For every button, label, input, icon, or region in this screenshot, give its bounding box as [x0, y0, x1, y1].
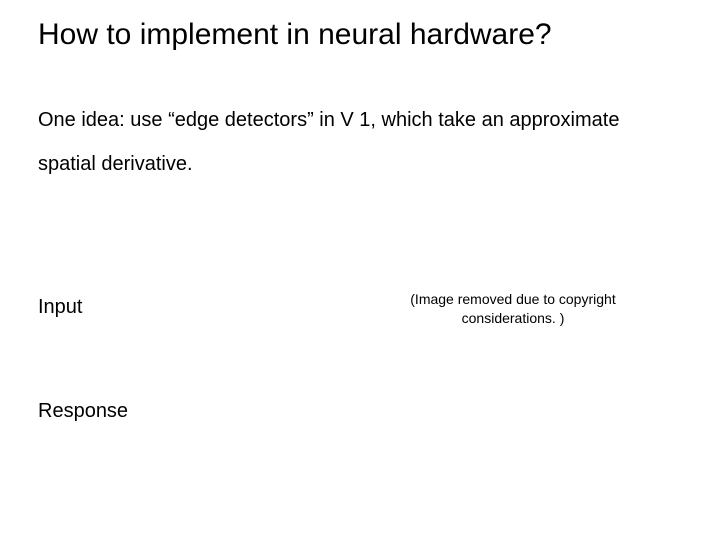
response-label: Response	[38, 400, 128, 423]
image-removed-notice: (Image removed due to copyright consider…	[398, 290, 628, 328]
slide-title: How to implement in neural hardware?	[38, 18, 552, 52]
slide-body-text: One idea: use “edge detectors” in V 1, w…	[38, 98, 682, 186]
input-label: Input	[38, 296, 82, 319]
